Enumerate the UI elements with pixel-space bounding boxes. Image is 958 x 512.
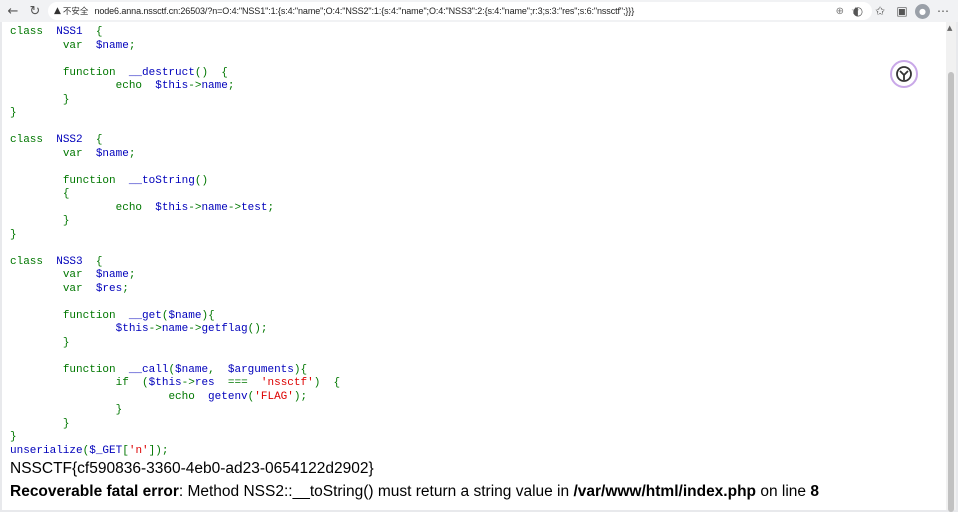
zoom-icon[interactable]: ⊕ <box>836 6 844 17</box>
code-line: } <box>62 215 70 227</box>
code-line: var $name; <box>62 147 136 160</box>
code-line: function __toString() <box>62 174 209 187</box>
warning-icon: ▲ <box>54 6 61 16</box>
security-label: 不安全 <box>62 6 89 16</box>
extension-icon[interactable]: ◐ <box>849 2 867 20</box>
code-line: echo $this->name; <box>115 80 235 92</box>
code-line: function __get($name){ <box>62 309 215 322</box>
code-line: echo $this->name->test; <box>115 201 275 214</box>
code-line: var $name; <box>62 269 136 281</box>
error-on-line: on line <box>756 483 811 500</box>
code-line: } <box>115 404 123 416</box>
page-viewport: class NSS1 { var $name; function __destr… <box>2 22 946 510</box>
code-line: class NSS2 { <box>10 134 103 146</box>
code-line: echo getenv('FLAG'); <box>168 390 308 403</box>
code-line: unserialize($_GET['n']); <box>10 444 169 457</box>
browser-toolbar: ← ↻ ▲ 不安全 node6.anna.nssctf.cn:26503/?n=… <box>0 0 958 22</box>
code-line: } <box>10 431 17 443</box>
code-line: function __call($name, $arguments){ <box>62 363 308 376</box>
code-line: } <box>10 228 17 241</box>
code-line: } <box>62 336 70 349</box>
code-line: var $name; <box>62 39 136 52</box>
error-line-number: 8 <box>810 483 819 500</box>
code-line: var $res; <box>62 282 129 295</box>
collections-icon[interactable]: ▣ <box>893 2 911 20</box>
favorites-icon[interactable]: ✩ <box>871 2 889 20</box>
back-icon[interactable]: ← <box>2 0 24 22</box>
flag-output: NSSCTF{cf590836-3360-4eb0-ad23-0654122d2… <box>10 460 374 477</box>
code-line: } <box>62 93 70 106</box>
toolbar-right: ◐ ✩ ▣ ● ⋯ <box>849 0 958 22</box>
assistant-logo-icon <box>896 66 912 82</box>
code-line: class NSS1 { <box>10 26 103 38</box>
error-label: Recoverable fatal error <box>10 483 179 500</box>
code-line: } <box>62 417 70 430</box>
refresh-icon[interactable]: ↻ <box>24 0 46 22</box>
code-line: { <box>62 188 70 200</box>
code-line: $this->name->getflag(); <box>10 323 268 335</box>
code-line: if ($this->res === 'nssctf') { <box>115 377 341 389</box>
code-line: } <box>10 107 17 119</box>
scroll-thumb[interactable] <box>948 72 954 512</box>
url-text: node6.anna.nssctf.cn:26503/?n=O:4:"NSS1"… <box>94 6 635 16</box>
code-line: function __destruct() { <box>62 66 228 79</box>
menu-icon[interactable]: ⋯ <box>934 2 952 20</box>
code-line: class NSS3 { <box>10 255 103 268</box>
php-source-code: class NSS1 { var $name; function __destr… <box>10 26 340 458</box>
address-bar[interactable]: ▲ 不安全 node6.anna.nssctf.cn:26503/?n=O:4:… <box>48 2 872 20</box>
fatal-error-message: Recoverable fatal error: Method NSS2::__… <box>10 483 819 501</box>
error-text: : Method NSS2::__toString() must return … <box>178 483 574 500</box>
assistant-extension-icon[interactable] <box>890 60 918 88</box>
vertical-scrollbar[interactable]: ▲ <box>946 22 956 512</box>
error-file: /var/www/html/index.php <box>573 483 757 500</box>
profile-avatar[interactable]: ● <box>915 3 930 19</box>
scroll-up-icon[interactable]: ▲ <box>947 24 952 32</box>
